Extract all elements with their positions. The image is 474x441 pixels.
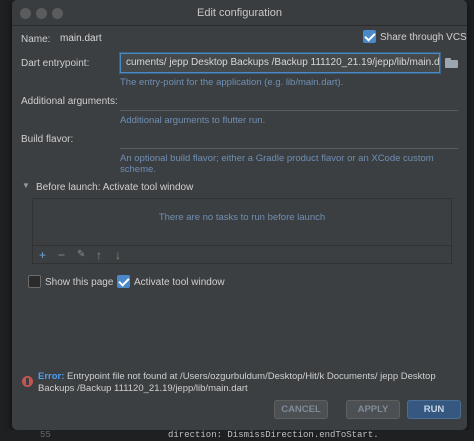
run-button[interactable]: RUN xyxy=(407,400,461,419)
tasks-toolbar: + − ✎ ↑ ↓ xyxy=(33,245,451,263)
error-label: Error: xyxy=(38,371,65,382)
additional-args-hint: Additional arguments to flutter run. xyxy=(120,115,266,126)
build-flavor-hint: An optional build flavor; either a Gradl… xyxy=(120,153,434,175)
edit-icon[interactable]: ✎ xyxy=(77,248,85,262)
additional-args-label: Additional arguments: xyxy=(21,96,118,107)
additional-args-field[interactable] xyxy=(120,110,458,111)
before-launch-task-list: There are no tasks to run before launch … xyxy=(32,198,452,264)
folder-icon[interactable] xyxy=(445,58,458,68)
entrypoint-label: Dart entrypoint: xyxy=(21,58,90,69)
add-icon[interactable]: + xyxy=(39,248,46,262)
code-text: direction: DismissDirection.endToStart. xyxy=(168,430,379,440)
chevron-down-icon[interactable]: ▼ xyxy=(22,181,30,190)
before-launch-header[interactable]: Before launch: Activate tool window xyxy=(36,182,193,193)
move-down-icon[interactable]: ↓ xyxy=(115,248,121,262)
show-page-checkbox[interactable] xyxy=(28,275,41,288)
error-text: Entrypoint file not found at /Users/ozgu… xyxy=(38,371,436,394)
share-vcs-checkbox[interactable] xyxy=(363,30,376,43)
activate-tool-window-checkbox[interactable] xyxy=(117,275,130,288)
error-message: Error: Entrypoint file not found at /Use… xyxy=(38,371,438,395)
cancel-button[interactable]: CANCEL xyxy=(274,400,328,419)
activate-tool-window-label: Activate tool window xyxy=(134,277,225,288)
build-flavor-label: Build flavor: xyxy=(21,134,74,145)
edit-configuration-dialog: Edit configuration Name: main.dart Share… xyxy=(12,0,467,430)
editor-code-line: 55 direction: DismissDirection.endToStar… xyxy=(0,430,474,441)
remove-icon[interactable]: − xyxy=(58,248,65,262)
empty-tasks-text: There are no tasks to run before launch xyxy=(158,212,326,223)
move-up-icon[interactable]: ↑ xyxy=(96,248,102,262)
show-page-label: Show this page xyxy=(45,277,114,288)
name-label: Name: xyxy=(21,34,51,45)
share-vcs-label: Share through VCS xyxy=(380,32,467,43)
title-bar: Edit configuration xyxy=(12,0,467,26)
window-title: Edit configuration xyxy=(197,7,282,19)
build-flavor-field[interactable] xyxy=(120,148,458,149)
entrypoint-field[interactable]: cuments/ jepp Desktop Backups /Backup 11… xyxy=(120,53,440,73)
name-field[interactable]: main.dart xyxy=(54,29,344,49)
error-icon xyxy=(22,376,33,387)
line-number: 55 xyxy=(40,430,51,440)
entrypoint-hint: The entry-point for the application (e.g… xyxy=(120,77,344,88)
apply-button[interactable]: APPLY xyxy=(346,400,400,419)
